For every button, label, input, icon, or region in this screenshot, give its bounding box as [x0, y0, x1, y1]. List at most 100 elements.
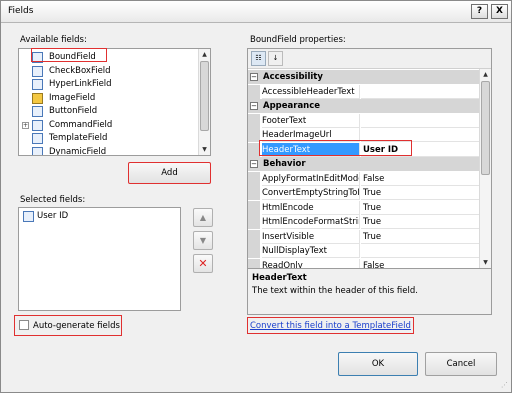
category-label: Behavior: [263, 159, 306, 169]
property-row[interactable]: InsertVisible True: [248, 229, 479, 244]
property-name: ConvertEmptyStringToNull: [262, 186, 360, 200]
property-name: HtmlEncode: [262, 200, 360, 215]
autogenerate-checkbox[interactable]: [19, 320, 29, 330]
selected-field-label: User ID: [37, 211, 69, 221]
property-row[interactable]: HtmlEncode True: [248, 200, 479, 215]
dynamic-field-icon: [32, 146, 43, 155]
highlight-boundfield: [31, 48, 107, 62]
expand-icon[interactable]: +: [22, 121, 29, 129]
template-field-icon: [32, 133, 43, 144]
field-type-label: DynamicField: [49, 146, 107, 156]
property-grid-toolbar: ☷ ↓: [248, 49, 491, 69]
property-value[interactable]: [361, 244, 479, 258]
autogenerate-label: Auto-generate fields: [33, 321, 120, 331]
gutter: [248, 84, 260, 99]
available-fields-list[interactable]: ▲ ▼ BoundField CheckBoxField HyperLinkFiel…: [18, 48, 211, 156]
selected-fields-list[interactable]: User ID: [18, 207, 181, 311]
list-item[interactable]: User ID: [19, 210, 180, 223]
property-row[interactable]: ReadOnly False: [248, 258, 479, 269]
list-item[interactable]: ButtonField: [19, 105, 209, 118]
property-value[interactable]: True: [361, 230, 479, 244]
gutter: [248, 215, 260, 229]
convert-template-link[interactable]: Convert this field into a TemplateField: [250, 321, 411, 331]
move-up-button[interactable]: ▲: [193, 208, 213, 227]
delete-button[interactable]: ✕: [193, 254, 213, 273]
highlight-headertext: [259, 140, 412, 156]
selected-fields-label: Selected fields:: [20, 195, 86, 205]
property-value[interactable]: True: [361, 201, 479, 215]
gutter: [248, 244, 260, 258]
alphabetical-icon[interactable]: ↓: [268, 51, 283, 66]
gutter: [248, 229, 260, 244]
property-row[interactable]: FooterText: [248, 113, 479, 128]
field-type-label: CheckBoxField: [49, 65, 111, 76]
property-name: AccessibleHeaderText: [262, 84, 360, 99]
image-field-icon: [32, 92, 43, 104]
list-item[interactable]: + CommandField: [19, 119, 209, 132]
property-grid-scrollbar[interactable]: ▲ ▼: [479, 69, 491, 268]
collapse-icon[interactable]: −: [250, 73, 258, 81]
property-name: ReadOnly: [262, 258, 360, 268]
category-label: Accessibility: [263, 72, 323, 82]
collapse-icon[interactable]: −: [250, 160, 258, 168]
hyperlink-field-icon: [32, 79, 43, 90]
property-description: HeaderText The text within the header of…: [247, 269, 492, 315]
category-appearance[interactable]: − Appearance: [248, 99, 479, 113]
list-item[interactable]: ImageField: [19, 92, 209, 105]
collapse-icon[interactable]: −: [250, 102, 258, 110]
scroll-up-arrow-icon[interactable]: ▲: [480, 69, 491, 80]
list-item[interactable]: CheckBoxField: [19, 65, 209, 78]
gutter: [248, 200, 260, 215]
field-type-label: ImageField: [49, 92, 96, 103]
button-field-icon: [32, 106, 43, 117]
property-value[interactable]: True: [361, 186, 479, 200]
list-item[interactable]: HyperLinkField: [19, 78, 209, 91]
window-title: Fields: [8, 6, 34, 16]
description-text: The text within the header of this field…: [252, 286, 418, 296]
description-title: HeaderText: [252, 273, 307, 283]
ok-button[interactable]: OK: [338, 352, 418, 376]
category-label: Appearance: [263, 101, 321, 111]
help-button[interactable]: ?: [471, 4, 488, 19]
resize-grip-icon[interactable]: ⋰: [501, 382, 508, 389]
property-row[interactable]: ApplyFormatInEditMode False: [248, 171, 479, 186]
property-name: FooterText: [262, 113, 360, 128]
category-accessibility[interactable]: − Accessibility: [248, 70, 479, 84]
gutter: [248, 186, 260, 200]
property-value[interactable]: [361, 114, 479, 128]
categorized-icon[interactable]: ☷: [251, 51, 266, 66]
cancel-button[interactable]: Cancel: [425, 352, 497, 376]
field-type-label: ButtonField: [49, 106, 98, 116]
property-value[interactable]: False: [361, 172, 479, 186]
gutter: [248, 258, 260, 268]
move-down-button[interactable]: ▼: [193, 231, 213, 250]
list-item[interactable]: DynamicField: [19, 146, 209, 156]
category-behavior[interactable]: − Behavior: [248, 157, 479, 171]
properties-label: BoundField properties:: [250, 35, 346, 45]
field-type-label: CommandField: [49, 119, 113, 130]
gutter: [248, 113, 260, 128]
property-value[interactable]: [361, 85, 479, 99]
close-button[interactable]: X: [491, 4, 508, 19]
property-row[interactable]: AccessibleHeaderText: [248, 84, 479, 99]
list-item[interactable]: TemplateField: [19, 132, 209, 145]
property-row[interactable]: ConvertEmptyStringToNullTrue: [248, 186, 479, 200]
property-row[interactable]: NullDisplayText: [248, 244, 479, 258]
scroll-down-arrow-icon[interactable]: ▼: [480, 257, 491, 268]
property-value[interactable]: True: [361, 215, 479, 229]
checkbox-field-icon: [32, 65, 43, 77]
property-value[interactable]: False: [361, 259, 479, 269]
property-name: ApplyFormatInEditMode: [262, 171, 360, 186]
add-button[interactable]: Add: [128, 162, 211, 184]
field-type-label: HyperLinkField: [49, 79, 112, 89]
property-name: NullDisplayText: [262, 244, 360, 258]
arrow-down-icon: ▼: [199, 236, 207, 245]
scroll-thumb[interactable]: [481, 81, 490, 175]
title-bar: Fields ? X: [1, 1, 511, 23]
fields-dialog: Fields ? X Available fields: ▲ ▼ BoundFi…: [0, 0, 512, 393]
arrow-up-icon: ▲: [199, 213, 207, 222]
available-fields-label: Available fields:: [20, 35, 87, 45]
command-field-icon: [32, 119, 43, 131]
property-row[interactable]: HtmlEncodeFormatString True: [248, 215, 479, 229]
property-grid[interactable]: ☷ ↓ − Accessibility AccessibleHeaderText − A…: [247, 48, 492, 269]
